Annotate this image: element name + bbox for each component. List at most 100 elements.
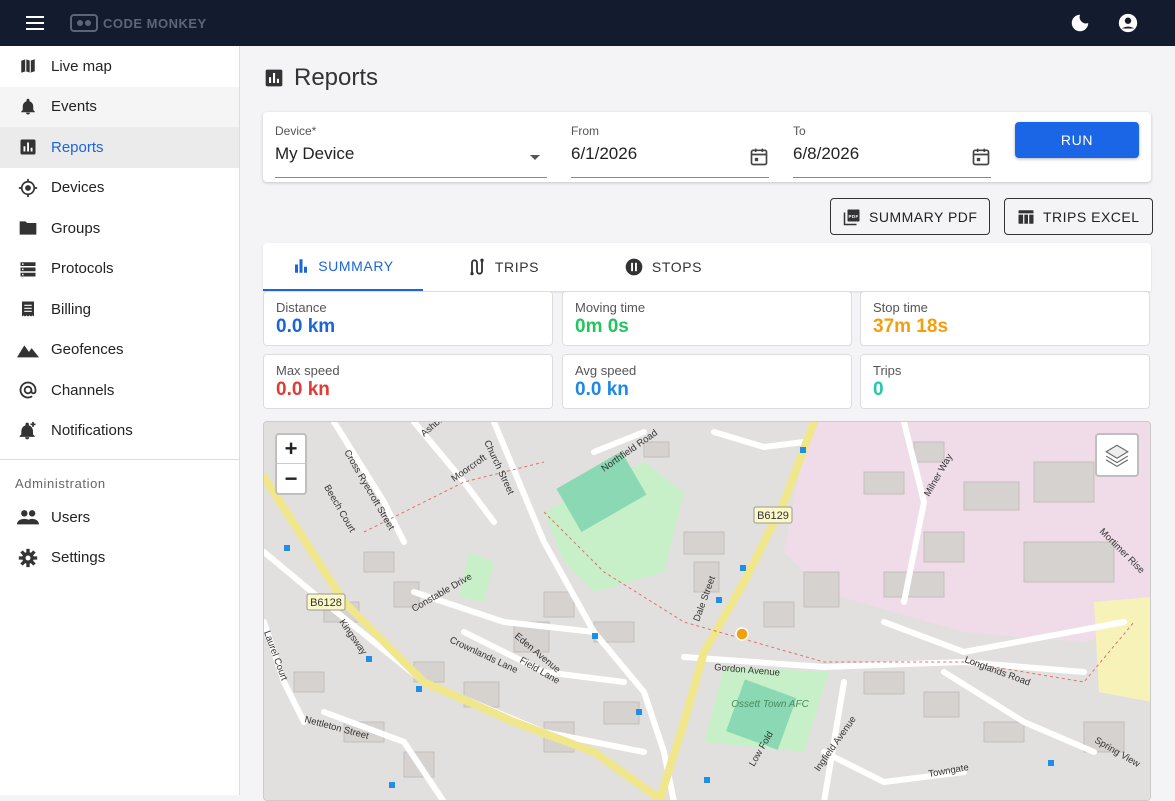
device-label: Device* [275,124,317,138]
tab-label: TRIPS [494,259,540,275]
zoom-control: + − [275,433,307,495]
sidebar-item-live-map[interactable]: Live map [0,46,239,87]
app-bar: CODE MONKEY [0,0,1175,46]
calendar-icon[interactable] [749,146,769,168]
account-circle-icon[interactable] [1117,12,1139,34]
stat-label: Distance [276,300,327,315]
pause-circle-icon [625,258,643,276]
svg-text:B6128: B6128 [310,597,342,609]
stat-value: 0 [873,379,884,400]
to-value: 6/8/2026 [793,144,860,163]
stat-stop-time: Stop time 37m 18s [860,291,1150,346]
tab-trips[interactable]: TRIPS [423,243,583,291]
zoom-in-button[interactable]: + [277,435,305,464]
sidebar-item-groups[interactable]: Groups [0,208,239,249]
report-tabs: SUMMARY TRIPS STOPS [263,243,1151,291]
sidebar-item-label: Users [51,508,91,526]
tab-stops[interactable]: STOPS [583,243,743,291]
device-value: My Device [275,144,355,163]
stat-label: Moving time [575,300,646,315]
stat-value: 0.0 kn [276,379,330,400]
sidebar-item-reports[interactable]: Reports [0,127,239,168]
stat-moving-time: Moving time 0m 0s [562,291,852,346]
from-label: From [571,124,599,138]
folder-icon [17,217,39,239]
device-select[interactable]: Device* My Device [275,124,547,178]
stat-label: Trips [873,363,902,378]
sidebar-item-events[interactable]: Events [0,86,239,127]
stat-distance: Distance 0.0 km [263,291,553,346]
stat-label: Avg speed [575,363,637,378]
zoom-out-button[interactable]: − [277,464,305,493]
stat-value: 0.0 km [276,316,336,337]
bar-chart-icon [265,69,283,87]
storage-icon [17,258,39,280]
main-content: Reports Device* My Device From 6/1/2026 … [240,46,1175,801]
dropdown-arrow-icon [530,155,540,160]
sidebar-item-label: Geofences [51,341,124,359]
sidebar-item-label: Reports [51,138,104,156]
bar-chart-icon [295,259,308,273]
stat-value: 37m 18s [873,316,949,337]
from-date-field[interactable]: From 6/1/2026 [571,124,769,178]
logo-text: CODE MONKEY [103,15,207,31]
sidebar-item-geofences[interactable]: Geofences [0,330,239,371]
filter-card: Device* My Device From 6/1/2026 To 6/8/2… [263,112,1151,182]
terrain-icon [17,339,39,361]
map-view[interactable]: B6129 B6128 Ossett Town AFC Northfield R… [263,421,1151,801]
tab-label: STOPS [651,259,703,275]
gear-icon [17,547,39,569]
sidebar-item-label: Groups [51,219,101,237]
layers-button[interactable] [1095,433,1139,477]
sidebar-item-label: Billing [51,300,92,318]
moon-icon[interactable] [1069,12,1091,34]
tab-summary[interactable]: SUMMARY [263,243,423,291]
trips-excel-button[interactable]: TRIPS EXCEL [1004,198,1153,235]
stat-trips: Trips 0 [860,354,1150,409]
summary-pdf-label: SUMMARY PDF [869,208,978,225]
menu-icon[interactable] [23,11,47,35]
receipt-icon [17,298,39,320]
layers-icon [1105,444,1129,468]
bell-icon [17,96,39,118]
sidebar-item-label: Protocols [51,260,114,278]
sidebar: Live map Events Reports Devices Groups P… [0,46,240,795]
stat-label: Max speed [276,363,340,378]
logo-icon [70,14,98,32]
stat-value: 0m 0s [575,316,629,337]
sidebar-item-billing[interactable]: Billing [0,289,239,330]
calendar-icon[interactable] [971,146,991,168]
logo: CODE MONKEY [69,12,207,34]
stat-value: 0.0 kn [575,379,629,400]
run-button[interactable]: RUN [1015,122,1139,158]
sidebar-item-protocols[interactable]: Protocols [0,249,239,290]
sidebar-item-label: Notifications [51,422,133,440]
summary-pdf-button[interactable]: PDF SUMMARY PDF [830,198,991,235]
to-date-field[interactable]: To 6/8/2026 [793,124,991,178]
sidebar-item-label: Channels [51,381,115,399]
table-icon [1018,209,1034,224]
sidebar-item-notifications[interactable]: Notifications [0,411,239,452]
sidebar-item-label: Devices [51,179,105,197]
stat-max-speed: Max speed 0.0 kn [263,354,553,409]
sidebar-item-devices[interactable]: Devices [0,168,239,209]
to-label: To [793,124,806,138]
gps-icon [17,177,39,199]
admin-section-label: Administration [15,476,106,491]
sidebar-item-users[interactable]: Users [0,497,239,538]
trips-excel-label: TRIPS EXCEL [1043,208,1140,225]
sidebar-item-settings[interactable]: Settings [0,538,239,579]
svg-text:PDF: PDF [848,213,858,218]
sidebar-item-channels[interactable]: Channels [0,370,239,411]
stat-avg-speed: Avg speed 0.0 kn [562,354,852,409]
at-icon [17,379,39,401]
map-tiles[interactable]: B6129 B6128 Ossett Town AFC Northfield R… [264,422,1151,801]
map-icon [17,55,39,77]
stat-label: Stop time [873,300,928,315]
sidebar-item-label: Settings [51,549,106,567]
road-ref-b6128: B6128 [306,593,346,611]
bar-chart-icon [17,136,39,158]
device-position-marker[interactable] [735,627,749,641]
notification-add-icon [17,420,39,442]
road-ref-b6129: B6129 [753,506,793,524]
